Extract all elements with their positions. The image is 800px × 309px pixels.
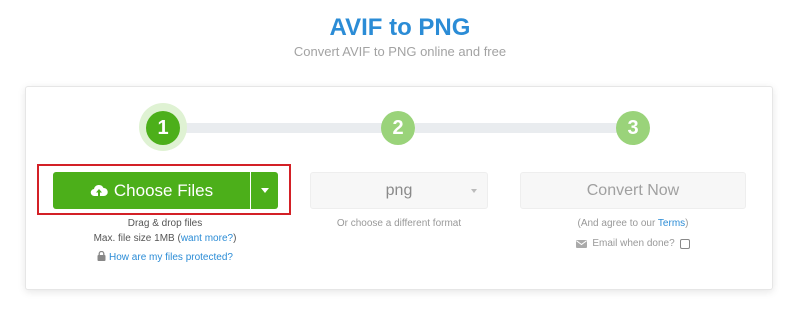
- choose-files-button[interactable]: Choose Files: [53, 172, 250, 209]
- max-file-size-prefix: Max. file size 1MB (: [93, 233, 181, 244]
- drag-drop-text: Drag & drop files: [127, 218, 203, 229]
- max-file-size-text: Max. file size 1MB (want more?): [40, 233, 290, 244]
- step-1-indicator: 1: [146, 111, 180, 145]
- files-protected-row: How are my files protected?: [40, 251, 290, 263]
- cloud-upload-icon: [90, 184, 108, 197]
- progress-track-2-3: [415, 123, 625, 133]
- format-caret-icon: [471, 189, 477, 193]
- page-subtitle: Convert AVIF to PNG online and free: [293, 44, 507, 59]
- want-more-link[interactable]: want more?: [181, 233, 233, 244]
- page-title: AVIF to PNG: [329, 14, 471, 41]
- lock-icon: [97, 251, 106, 261]
- agree-prefix: (And agree to our: [577, 218, 658, 229]
- envelope-icon: [576, 239, 588, 248]
- files-protected-link[interactable]: How are my files protected?: [109, 252, 233, 263]
- agree-suffix: ): [685, 218, 689, 229]
- format-select[interactable]: png: [310, 172, 488, 209]
- convert-now-button[interactable]: Convert Now: [520, 172, 746, 209]
- email-when-done-checkbox[interactable]: [679, 238, 690, 249]
- terms-agreement-text: (And agree to our Terms): [520, 218, 746, 229]
- email-when-done-label: Email when done?: [592, 238, 675, 249]
- step-3-indicator: 3: [616, 111, 650, 145]
- format-selected-value: png: [385, 181, 413, 199]
- format-hint: Or choose a different format: [336, 218, 462, 229]
- max-file-size-suffix: ): [233, 233, 237, 244]
- terms-link[interactable]: Terms: [658, 218, 685, 229]
- progress-track-1-2: [185, 123, 385, 133]
- chevron-down-icon: [260, 188, 269, 193]
- step-2-indicator: 2: [381, 111, 415, 145]
- choose-files-label: Choose Files: [113, 180, 214, 200]
- email-when-done-row: Email when done?: [520, 238, 746, 249]
- upload-source-dropdown-button[interactable]: [251, 172, 278, 209]
